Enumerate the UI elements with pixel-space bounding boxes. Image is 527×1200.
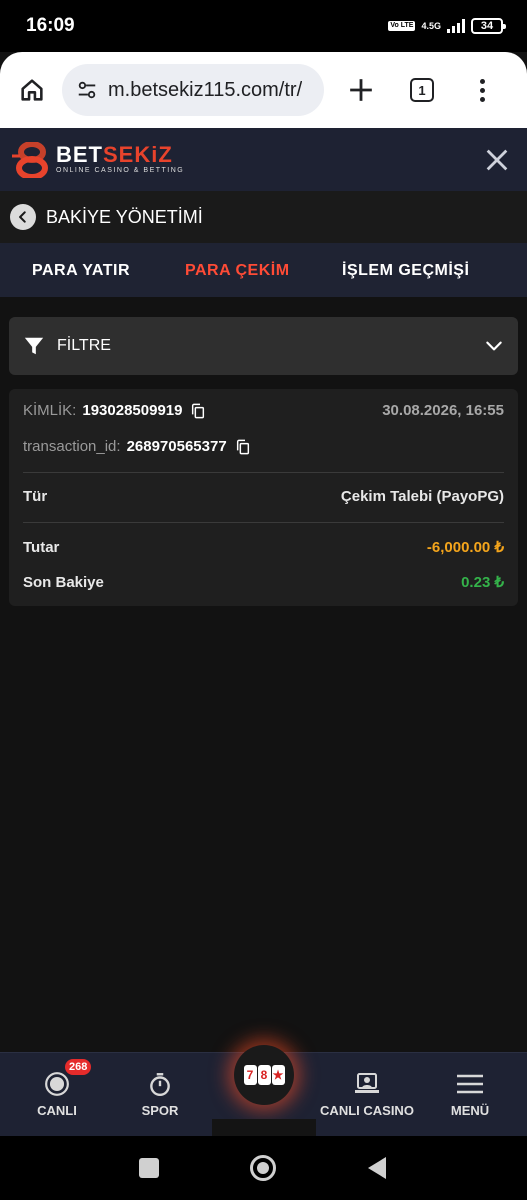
txid-value: 268970565377: [126, 438, 227, 455]
transaction-datetime: 30.08.2026, 16:55: [382, 402, 504, 419]
brand-sekiz: SEKiZ: [103, 142, 173, 167]
live-casino-icon: [355, 1073, 379, 1093]
nav-canli[interactable]: 268 CANLI: [7, 1059, 107, 1118]
browser-toolbar: m.betsekiz115.com/tr/ 1: [0, 52, 527, 128]
filter-icon: [24, 337, 44, 355]
site-logo[interactable]: BETSEKiZ ONLINE CASINO & BETTING: [10, 141, 185, 178]
live-count-badge: 268: [65, 1059, 92, 1075]
status-icons: Vo LTE 4.5G 34: [388, 18, 506, 34]
back-button[interactable]: [10, 204, 36, 230]
type-value: Çekim Talebi (PayoPG): [340, 488, 504, 505]
nav-spor[interactable]: SPOR: [110, 1071, 210, 1118]
stopwatch-icon: [150, 1073, 170, 1097]
home-icon: [21, 79, 43, 101]
transaction-id-row: KİMLİK: 193028509919 30.08.2026, 16:55: [23, 402, 504, 419]
address-bar[interactable]: m.betsekiz115.com/tr/: [62, 64, 324, 116]
tab-para-yatir[interactable]: PARA YATIR: [32, 262, 130, 280]
live-icon: [45, 1072, 69, 1096]
back-system-button[interactable]: [368, 1157, 386, 1179]
nav-label: CANLI: [37, 1103, 77, 1118]
plus-icon: [350, 79, 372, 101]
tab-para-cekim[interactable]: PARA ÇEKİM: [185, 262, 290, 280]
page-title: BAKİYE YÖNETİMİ: [46, 206, 203, 227]
chevron-down-icon: [486, 341, 502, 351]
page-header: BAKİYE YÖNETİMİ: [0, 191, 527, 243]
slot-reel: ★: [271, 1065, 285, 1085]
copy-icon[interactable]: [235, 439, 251, 455]
amount-label: Tutar: [23, 538, 60, 556]
nav-label: SPOR: [141, 1103, 179, 1118]
txid-label: transaction_id:: [23, 438, 121, 455]
brand-tagline: ONLINE CASINO & BETTING: [56, 167, 185, 174]
filter-label: FİLTRE: [57, 337, 111, 354]
divider: [23, 522, 504, 523]
volte-icon: Vo LTE: [388, 21, 416, 31]
more-options-icon[interactable]: [480, 78, 485, 102]
signal-icon: [447, 19, 465, 33]
hamburger-menu-icon: [457, 1074, 483, 1094]
site-settings-icon[interactable]: [76, 79, 98, 101]
type-label: Tür: [23, 488, 48, 505]
slot-reel: 7: [243, 1065, 257, 1085]
new-tab-button[interactable]: [346, 75, 376, 105]
slot-reel: 8: [257, 1065, 271, 1085]
divider: [23, 472, 504, 473]
close-button[interactable]: [483, 146, 511, 174]
transaction-txid-row: transaction_id: 268970565377: [23, 438, 504, 455]
copy-icon[interactable]: [190, 403, 206, 419]
url-text: m.betsekiz115.com/tr/: [108, 78, 303, 101]
home-system-button[interactable]: [250, 1155, 276, 1181]
status-bar: 16:09 Vo LTE 4.5G 34: [0, 0, 527, 52]
transaction-balance-row: Son Bakiye 0.23 ₺: [23, 573, 504, 592]
battery-level: 34: [480, 20, 494, 32]
amount-value: -6,000.00 ₺: [426, 539, 504, 556]
chevron-left-icon: [19, 211, 26, 223]
balance-label: Son Bakiye: [23, 573, 104, 591]
close-icon: [486, 149, 508, 170]
recents-button[interactable]: [139, 1158, 159, 1178]
transaction-amount-row: Tutar -6,000.00 ₺: [23, 538, 504, 557]
nav-canli-casino[interactable]: CANLI CASINO: [316, 1071, 418, 1118]
status-time: 16:09: [26, 15, 75, 36]
transaction-type-row: Tür Çekim Talebi (PayoPG): [23, 488, 504, 505]
nav-label: MENÜ: [450, 1103, 490, 1118]
id-label: KİMLİK:: [23, 402, 77, 419]
tab-bar: PARA YATIR PARA ÇEKİM İŞLEM GEÇMİŞİ: [0, 243, 527, 297]
slot-games-button[interactable]: 7 8 ★: [234, 1045, 294, 1105]
nav-menu[interactable]: MENÜ: [420, 1071, 520, 1118]
id-value: 193028509919: [82, 402, 183, 419]
tab-switcher-button[interactable]: 1: [410, 78, 434, 102]
tab-count: 1: [418, 82, 426, 98]
bottom-navigation: 268 CANLI SPOR 7 8 ★ CANLI CASINO MENÜ: [0, 1045, 527, 1137]
brand-bet: BET: [56, 142, 103, 167]
site-header: BETSEKiZ ONLINE CASINO & BETTING: [0, 128, 527, 191]
tab-islem-gecmisi[interactable]: İŞLEM GEÇMİŞİ: [342, 262, 469, 280]
logo-8-icon: [12, 141, 48, 178]
network-type: 4.5G: [421, 20, 441, 31]
nav-label: CANLI CASINO: [320, 1103, 414, 1118]
filter-panel[interactable]: FİLTRE: [9, 317, 518, 375]
transaction-card: KİMLİK: 193028509919 30.08.2026, 16:55 t…: [9, 389, 518, 606]
center-button-base: [212, 1119, 316, 1137]
battery-icon: 34: [471, 18, 506, 34]
home-button[interactable]: [14, 72, 50, 108]
balance-value: 0.23 ₺: [461, 574, 504, 591]
system-navigation-bar: [0, 1136, 527, 1200]
